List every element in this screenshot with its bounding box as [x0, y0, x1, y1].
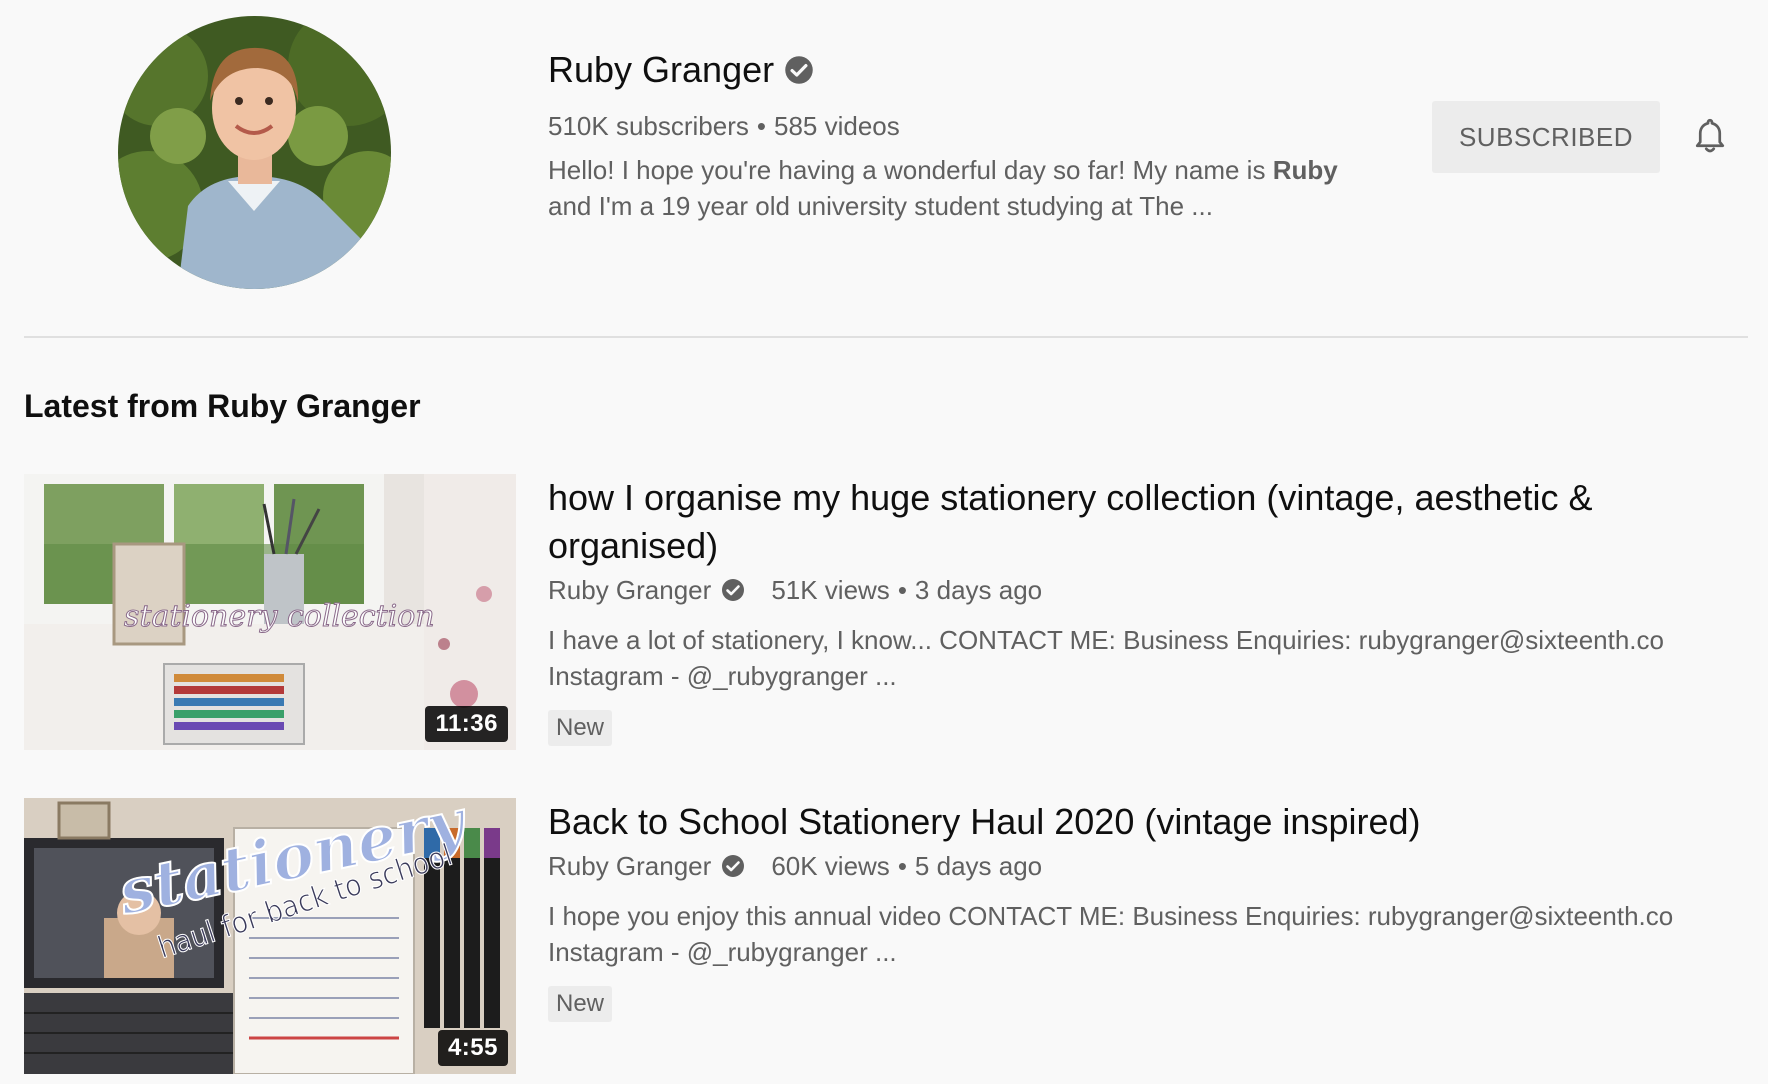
video-views: 51K views: [771, 575, 890, 605]
byline-separator: •: [897, 851, 907, 881]
section-divider: [24, 336, 1748, 338]
channel-description: Hello! I hope you're having a wonderful …: [548, 152, 1388, 224]
verified-check-icon: [785, 56, 813, 84]
channel-name-row: Ruby Granger: [548, 46, 1388, 94]
video-title[interactable]: Back to School Stationery Haul 2020 (vin…: [548, 798, 1748, 846]
new-badge: New: [548, 986, 613, 1022]
video-meta: how I organise my huge stationery collec…: [548, 474, 1748, 746]
channel-info: Ruby Granger 510K subscribers • 585 videos…: [548, 46, 1388, 224]
video-byline: Ruby Granger 51K views • 3 days ago: [548, 572, 1748, 608]
video-description-line: Instagram - @_rubygranger ...: [548, 937, 897, 967]
video-meta: Back to School Stationery Haul 2020 (vin…: [548, 798, 1748, 1022]
video-description-line: I have a lot of stationery, I know... CO…: [548, 625, 1664, 655]
video-byline: Ruby Granger 60K views • 5 days ago: [548, 848, 1748, 884]
video-author[interactable]: Ruby Granger: [548, 572, 711, 608]
video-title[interactable]: how I organise my huge stationery collec…: [548, 474, 1748, 570]
channel-stats: 510K subscribers • 585 videos: [548, 108, 1388, 144]
video-description-line: I hope you enjoy this annual video CONTA…: [548, 901, 1674, 931]
video-count: 585 videos: [774, 111, 900, 141]
subscriber-count: 510K subscribers: [548, 111, 749, 141]
video-age: 5 days ago: [914, 851, 1043, 881]
video-duration: 11:36: [425, 706, 508, 742]
video-views: 60K views: [771, 851, 890, 881]
section-title: Latest from Ruby Granger: [24, 388, 421, 424]
avatar-image: [118, 16, 391, 289]
subscribed-button[interactable]: SUBSCRIBED: [1432, 101, 1660, 173]
channel-description-text-end: and I'm a 19 year old university student…: [548, 191, 1213, 221]
video-thumbnail[interactable]: stationery haul for back to school 4:55: [24, 798, 516, 1074]
channel-description-bold: Ruby: [1272, 155, 1338, 185]
stats-separator: •: [756, 111, 766, 141]
channel-description-text: Hello! I hope you're having a wonderful …: [548, 155, 1273, 185]
bell-icon: [1695, 118, 1725, 153]
video-description: I hope you enjoy this annual video CONTA…: [548, 898, 1698, 970]
video-description: I have a lot of stationery, I know... CO…: [548, 622, 1698, 694]
video-thumbnail[interactable]: stationery collection 11:36: [24, 474, 516, 750]
verified-check-icon: [722, 855, 745, 877]
channel-name[interactable]: Ruby Granger: [548, 46, 774, 94]
video-description-line: Instagram - @_rubygranger ...: [548, 661, 897, 691]
video-age: 3 days ago: [914, 575, 1043, 605]
channel-page: Ruby Granger 510K subscribers • 585 videos…: [0, 0, 1768, 1084]
notification-bell-button[interactable]: [1686, 112, 1734, 160]
video-author[interactable]: Ruby Granger: [548, 848, 711, 884]
new-badge: New: [548, 710, 613, 746]
verified-check-icon: [722, 579, 745, 601]
video-duration: 4:55: [437, 1030, 508, 1066]
thumbnail-caption: stationery collection: [124, 599, 435, 634]
channel-avatar[interactable]: [118, 16, 391, 289]
byline-separator: •: [897, 575, 907, 605]
